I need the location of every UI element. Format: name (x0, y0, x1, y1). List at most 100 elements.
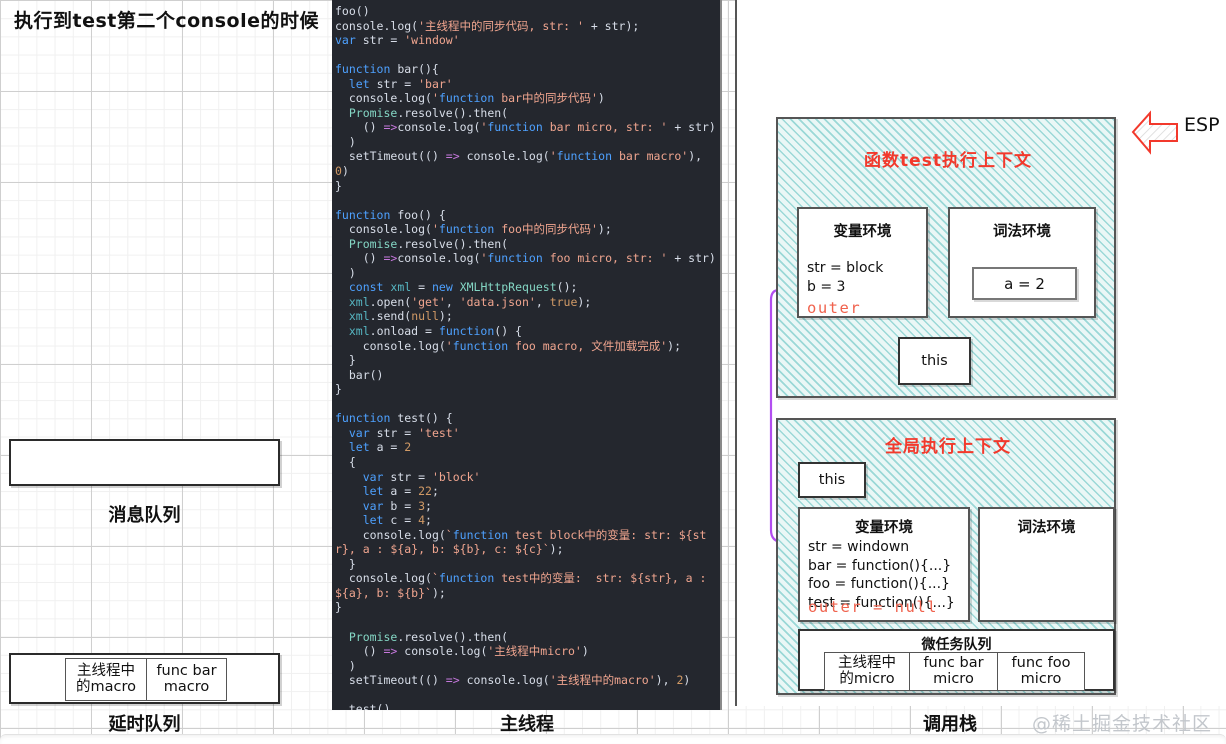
test-this-box: this (898, 337, 971, 385)
context-function-test: 函数test执行上下文 变量环境 str = block b = 3 outer… (776, 117, 1116, 398)
code-line: } (335, 178, 342, 193)
code-editor-panel[interactable]: foo() console.log('主线程中的同步代码, str: ' + st… (332, 0, 722, 710)
code-line: xml.open('get', 'data.json', true); (348, 294, 592, 309)
code-lines: foo() console.log('主线程中的同步代码, str: ' + st… (335, 4, 718, 710)
esp-label: ESP (1184, 114, 1220, 136)
global-variable-environment: 变量环境 str = windown bar = function(){...}… (798, 507, 970, 622)
this-label: this (921, 353, 948, 369)
page-title: 执行到test第二个console的时候 (14, 10, 319, 32)
env-line: str = windown (808, 539, 910, 555)
outer-pointer-label: outer (807, 299, 862, 317)
lexical-entry-box: a = 2 (972, 267, 1077, 300)
env-title: 变量环境 (855, 520, 913, 536)
code-line: let a = 22; (362, 484, 439, 499)
micro-task-item-line1: func bar (923, 654, 984, 671)
outer-null-label: outer = null (808, 598, 938, 616)
code-line: () =>console.log('function foo micro, st… (335, 251, 716, 266)
context-title: 全局执行上下文 (885, 437, 1011, 457)
main-thread-label: 主线程 (500, 714, 554, 735)
code-line: } (335, 600, 342, 615)
test-variable-environment: 变量环境 str = block b = 3 outer (797, 207, 928, 318)
micro-task-item-line1: func foo (1011, 654, 1071, 671)
code-line: console.log('function bar中的同步代码') (348, 91, 605, 106)
context-title: 函数test执行上下文 (864, 151, 1032, 171)
delay-queue-items: 主线程中 的macro func bar macro (65, 658, 227, 701)
micro-task-items: 主线程中 的micro func bar micro func foo micr… (824, 652, 1085, 691)
code-line: bar() (335, 367, 384, 382)
bottom-scrollbar[interactable] (0, 734, 1226, 744)
delay-queue-item-line2: 的macro (76, 678, 136, 695)
env-line: str = block (807, 260, 884, 276)
delay-queue-label: 延时队列 (108, 714, 181, 735)
lexical-entry-label: a = 2 (1004, 274, 1045, 293)
context-global: 全局执行上下文 this 变量环境 str = windown bar = fu… (776, 418, 1116, 695)
code-line: ) (335, 658, 356, 673)
code-line: } (335, 556, 356, 571)
code-line: console.log(`function test block中的变量: st… (335, 527, 707, 557)
code-line: { (335, 454, 356, 469)
env-line: bar = function(){...} (808, 557, 952, 574)
micro-task-item-line1: 主线程中 (838, 654, 896, 671)
micro-task-queue-box: 微任务队列 主线程中 的micro func bar micro func fo… (798, 629, 1115, 691)
esp-arrow-icon (1131, 110, 1178, 155)
code-line: var str = 'block' (362, 469, 481, 484)
code-line: let str = 'bar' (348, 76, 453, 91)
code-line: console.log('主线程中的同步代码, str: ' + str); (335, 18, 640, 33)
micro-task-item-line2: micro (933, 670, 974, 687)
this-label: this (818, 472, 846, 488)
code-line: Promise.resolve().then( (348, 236, 509, 251)
code-line: } (335, 353, 356, 368)
delay-queue-item-line1: 主线程中 (77, 662, 135, 679)
code-line: test() (335, 702, 391, 710)
micro-task-item[interactable]: 主线程中 的micro (824, 652, 910, 691)
message-queue-label: 消息队列 (108, 505, 181, 526)
code-line: xml.send(null); (348, 309, 453, 324)
global-this-box: this (798, 462, 866, 498)
code-line: function foo() { (335, 207, 446, 222)
code-line: xml.onload = function() { (348, 324, 522, 339)
env-line: foo = function(){...} (808, 576, 950, 593)
code-line: setTimeout(() => console.log('function b… (335, 149, 709, 179)
code-line: setTimeout(() => console.log('主线程中的macro… (335, 673, 691, 688)
code-line: let c = 4; (362, 513, 432, 528)
code-line: var b = 3; (362, 498, 432, 513)
env-title: 词法环境 (993, 224, 1051, 240)
code-line: var str = 'test' (348, 425, 460, 440)
delay-queue-item[interactable]: 主线程中 的macro (65, 658, 147, 701)
message-queue-box (9, 439, 280, 486)
env-title: 变量环境 (833, 224, 892, 240)
delay-queue-item-line2: macro (163, 678, 210, 695)
code-line: console.log('function foo中的同步代码'); (348, 222, 612, 237)
env-lines: str = block b = 3 (807, 259, 883, 296)
micro-task-item-line2: 的micro (839, 670, 895, 687)
code-line: const xml = new XMLHttpRequest(); (348, 280, 578, 295)
code-line: () =>console.log('function bar micro, st… (335, 120, 716, 135)
code-line: ) (335, 265, 356, 280)
delay-queue-item-line1: func bar (156, 662, 217, 679)
code-line: console.log(`function test中的变量: str: ${s… (335, 571, 714, 600)
micro-task-item[interactable]: func foo micro (998, 652, 1085, 691)
micro-task-item[interactable]: func bar micro (910, 652, 998, 691)
code-line: } (335, 382, 342, 397)
code-line: function bar(){ (335, 62, 439, 77)
delay-queue-item[interactable]: func bar macro (147, 658, 227, 701)
delay-queue-box: 主线程中 的macro func bar macro (9, 653, 280, 704)
code-line: var str = 'window' (335, 33, 460, 48)
micro-task-queue-title: 微任务队列 (921, 637, 992, 653)
code-line: Promise.resolve().then( (348, 629, 509, 644)
env-line: b = 3 (807, 278, 846, 295)
code-line: let a = 2 (348, 440, 412, 455)
watermark: @稀土掘金技术社区 (1031, 713, 1212, 735)
code-line: () => console.log('主线程中micro') (335, 644, 589, 659)
env-title: 词法环境 (1017, 520, 1076, 536)
code-line: function test() { (335, 411, 453, 426)
code-line: ) (335, 134, 356, 149)
code-line: Promise.resolve().then( (348, 105, 509, 120)
code-line: foo() (335, 4, 370, 18)
micro-task-item-line2: micro (1020, 670, 1062, 687)
test-lexical-environment: 词法环境 a = 2 (948, 207, 1096, 318)
